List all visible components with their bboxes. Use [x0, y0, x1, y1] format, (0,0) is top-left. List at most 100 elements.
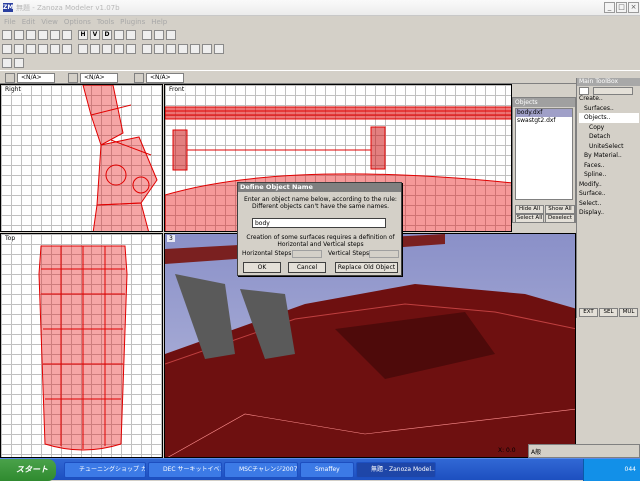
object-name-input[interactable]	[252, 218, 386, 228]
app-icon: ZM	[3, 3, 14, 12]
toolbox-item[interactable]: Copy	[579, 123, 639, 133]
toolbox-item[interactable]: Surfaces..	[579, 104, 639, 114]
menu-edit[interactable]: Edit	[22, 18, 36, 26]
zoom-icon[interactable]	[2, 44, 12, 54]
show-all-button[interactable]: Show All	[545, 205, 575, 214]
cam-icon[interactable]	[90, 44, 100, 54]
viewport-top[interactable]: Top	[0, 233, 163, 458]
menu-options[interactable]: Options	[64, 18, 91, 26]
taskbar-item[interactable]: チューニングショップ カ...	[64, 462, 146, 478]
cylinder-icon[interactable]	[142, 30, 152, 40]
pick-icon[interactable]	[14, 58, 24, 68]
taskbar-item[interactable]: Smaffey	[300, 462, 354, 478]
tool4-icon[interactable]	[202, 44, 212, 54]
tool1-icon[interactable]	[166, 44, 176, 54]
taskbar-item[interactable]: DEC サーキットイベント...	[148, 462, 222, 478]
toolbox-item[interactable]: By Material..	[579, 151, 639, 161]
minimize-button[interactable]: _	[604, 2, 615, 13]
replace-old-object-button[interactable]: Replace Old Object	[335, 262, 398, 273]
new-icon[interactable]	[2, 30, 12, 40]
rect-icon[interactable]	[26, 44, 36, 54]
obj4-icon[interactable]	[142, 44, 152, 54]
vertical-steps-input[interactable]	[369, 250, 399, 258]
cancel-button[interactable]: Cancel	[288, 262, 326, 273]
obj3-icon[interactable]	[126, 44, 136, 54]
select-all-button[interactable]: Select All	[515, 214, 544, 223]
cube-icon[interactable]	[114, 30, 124, 40]
color-box[interactable]	[134, 73, 144, 83]
obj1-icon[interactable]	[102, 44, 112, 54]
h-icon[interactable]: H	[78, 30, 88, 40]
saveas-icon[interactable]	[38, 30, 48, 40]
dialog-note-2: Horizontal and Vertical steps	[277, 241, 364, 248]
obj5-icon[interactable]	[154, 44, 164, 54]
color-box[interactable]	[68, 73, 78, 83]
toolbox-item[interactable]: Create..	[579, 94, 639, 104]
maximize-button[interactable]: □	[616, 2, 627, 13]
menu-view[interactable]: View	[41, 18, 58, 26]
color-box[interactable]	[5, 73, 15, 83]
mode-sel-button[interactable]: SEL	[599, 308, 618, 317]
select-icon[interactable]	[14, 44, 24, 54]
toolbox-item[interactable]: Spline..	[579, 170, 639, 180]
record-icon[interactable]	[166, 30, 176, 40]
toolbar-snap	[0, 56, 640, 70]
viewport-right[interactable]: Right	[0, 84, 163, 232]
light-icon[interactable]	[154, 30, 164, 40]
taskbar-item-active[interactable]: 無題 - Zanoza Model...	[356, 462, 436, 478]
sphere-icon[interactable]	[126, 30, 136, 40]
toolbox-item[interactable]: Objects..	[579, 113, 639, 123]
open-icon[interactable]	[14, 30, 24, 40]
hide-all-button[interactable]: Hide All	[515, 205, 544, 214]
taskbar-item[interactable]: MSCチャレンジ2007 第...	[224, 462, 298, 478]
toolbox-item[interactable]: Modify..	[579, 180, 639, 190]
select-2[interactable]: <N/A>	[80, 73, 118, 83]
save-icon[interactable]	[26, 30, 36, 40]
snap-icon[interactable]	[2, 58, 12, 68]
move-icon[interactable]	[38, 44, 48, 54]
obj2-icon[interactable]	[114, 44, 124, 54]
menu-tools[interactable]: Tools	[97, 18, 114, 26]
start-button[interactable]: スタート	[0, 459, 56, 481]
select-1[interactable]: <N/A>	[17, 73, 55, 83]
toolbox-item[interactable]: Surface..	[579, 189, 639, 199]
grid-icon[interactable]	[78, 44, 88, 54]
close-button[interactable]: ×	[628, 2, 639, 13]
menu-plugins[interactable]: Plugins	[120, 18, 145, 26]
dialog-rule: Different objects can't have the same na…	[251, 203, 390, 210]
d-icon[interactable]: D	[102, 30, 112, 40]
ok-button[interactable]: OK	[243, 262, 281, 273]
scale-icon[interactable]	[62, 44, 72, 54]
toolbar-main: HVD	[0, 28, 640, 42]
mode-mul-button[interactable]: MUL	[619, 308, 638, 317]
toolbox-item[interactable]: Faces..	[579, 161, 639, 171]
undo-icon[interactable]	[62, 30, 72, 40]
rotate-icon[interactable]	[50, 44, 60, 54]
objects-list[interactable]: body.dxf swastgt2.dxf	[515, 108, 573, 200]
system-tray: 044	[583, 459, 640, 481]
tool2-icon[interactable]	[178, 44, 188, 54]
tool3-icon[interactable]	[190, 44, 200, 54]
mode-ext-button[interactable]: EXT	[579, 308, 598, 317]
toolbox-item[interactable]: UniteSelect	[579, 142, 639, 152]
menu-help[interactable]: Help	[151, 18, 167, 26]
objects-title: Objects	[513, 98, 575, 107]
title-bar: ZM 無題 - Zanoza Modeler v1.07b _ □ ×	[0, 0, 640, 16]
menu-file[interactable]: File	[4, 18, 16, 26]
horizontal-steps-label: Horizontal Steps:	[242, 250, 294, 257]
v-icon[interactable]: V	[90, 30, 100, 40]
viewport-label: Right	[3, 86, 23, 93]
vertical-steps-label: Vertical Steps:	[328, 250, 372, 257]
toolbox-item[interactable]: Select..	[579, 199, 639, 209]
ime-mode[interactable]: A般	[531, 447, 541, 456]
wireframe-top	[38, 245, 128, 451]
tool5-icon[interactable]	[214, 44, 224, 54]
horizontal-steps-input[interactable]	[292, 250, 322, 258]
list-item[interactable]: body.dxf	[516, 109, 572, 117]
toolbox-item[interactable]: Detach	[579, 132, 639, 142]
toolbox-item[interactable]: Display..	[579, 208, 639, 218]
deselect-button[interactable]: Deselect	[545, 214, 575, 223]
list-item[interactable]: swastgt2.dxf	[516, 117, 572, 125]
select-3[interactable]: <N/A>	[146, 73, 184, 83]
print-icon[interactable]	[50, 30, 60, 40]
